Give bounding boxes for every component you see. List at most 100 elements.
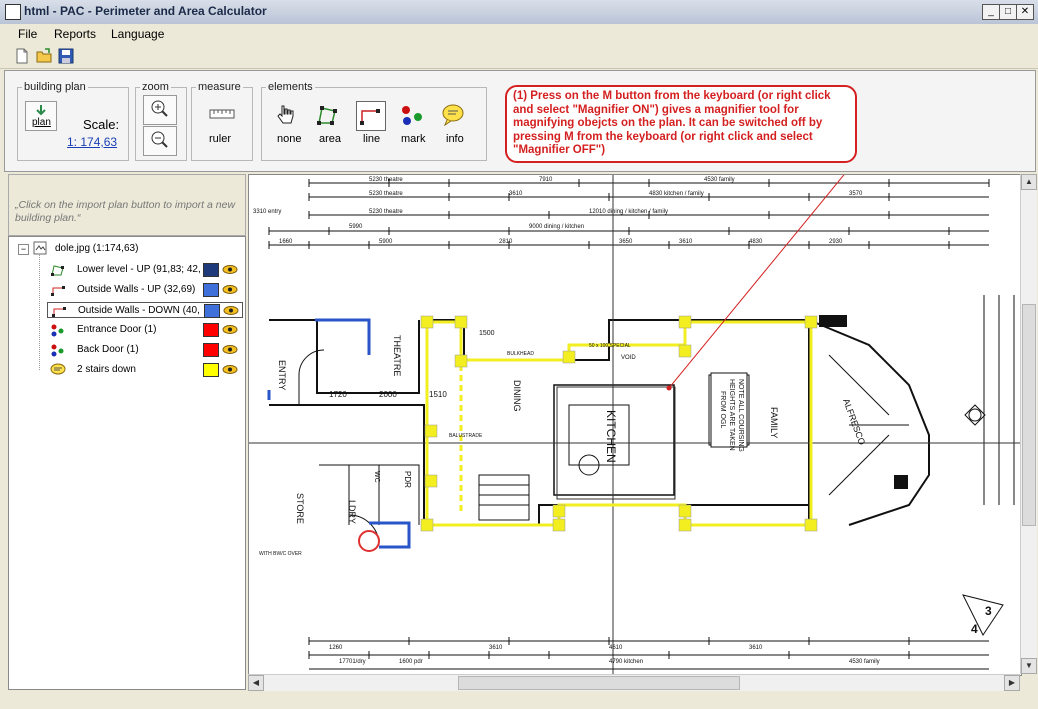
horizontal-scrollbar[interactable]: ◀ ▶ xyxy=(248,674,1020,691)
collapse-toggle-icon[interactable]: − xyxy=(18,244,29,255)
visibility-eye-icon[interactable] xyxy=(222,265,238,274)
layer-color-swatch[interactable] xyxy=(203,263,219,277)
menu-file[interactable]: File xyxy=(18,27,37,41)
tree-guide-line xyxy=(39,255,41,370)
tool-line-label[interactable]: line xyxy=(363,133,380,145)
room-label: STORE xyxy=(295,493,305,524)
layer-item[interactable]: Entrance Door (1) xyxy=(47,322,243,338)
open-folder-icon[interactable] xyxy=(36,48,52,64)
visibility-eye-icon[interactable] xyxy=(222,285,238,294)
room-label: DINING xyxy=(512,380,522,412)
visibility-eye-icon[interactable] xyxy=(222,345,238,354)
visibility-eye-icon[interactable] xyxy=(222,365,238,374)
menu-reports[interactable]: Reports xyxy=(54,27,96,41)
plan-dim-label: 12010 dining / kitchen / family xyxy=(589,209,668,215)
maximize-button[interactable]: □ xyxy=(999,4,1017,20)
measure-legend: measure xyxy=(198,81,241,93)
line-tool-button[interactable] xyxy=(356,101,386,131)
scroll-down-arrow-icon[interactable]: ▼ xyxy=(1021,658,1037,674)
plan-dim-label: 2930 xyxy=(829,239,843,245)
layer-color-swatch[interactable] xyxy=(203,323,219,337)
room-label: KITCHEN xyxy=(604,410,618,463)
room-label: ENTRY xyxy=(277,360,287,390)
layer-tree: − dole.jpg (1:174,63) Lower level - UP (… xyxy=(8,236,246,690)
plan-button-label: plan xyxy=(32,117,51,128)
plan-dim-label: 1260 xyxy=(329,645,343,651)
plan-dim-label: 3650 xyxy=(619,239,633,245)
layer-item[interactable]: Lower level - UP (91,83; 42, xyxy=(47,262,243,278)
plan-dim-label: 4830 kitchen / family xyxy=(649,191,704,197)
scale-value-link[interactable]: 1: 174,63 xyxy=(67,135,117,149)
tree-root-label[interactable]: dole.jpg (1:174,63) xyxy=(55,243,138,254)
title-bar: html - PAC - Perimeter and Area Calculat… xyxy=(0,0,1038,25)
plan-dim-label: 5230 theatre xyxy=(369,177,403,183)
plan-note: BALUSTRADE xyxy=(449,433,483,439)
layer-color-swatch[interactable] xyxy=(203,363,219,377)
plan-dim-label: 5230 theatre xyxy=(369,209,403,215)
scroll-left-arrow-icon[interactable]: ◀ xyxy=(248,675,264,691)
vertical-scroll-thumb[interactable] xyxy=(1022,304,1036,526)
mark-icon xyxy=(51,344,64,357)
plan-dim-label: 1600 pdr xyxy=(399,659,423,665)
close-button[interactable]: ✕ xyxy=(1016,4,1034,20)
zoom-out-icon xyxy=(151,131,168,148)
mark-dots-icon[interactable] xyxy=(399,103,425,127)
ruler-label[interactable]: ruler xyxy=(209,133,231,145)
layer-item-selected[interactable]: Outside Walls - DOWN (40, xyxy=(47,302,243,318)
layer-color-swatch[interactable] xyxy=(203,343,219,357)
scroll-up-arrow-icon[interactable]: ▲ xyxy=(1021,174,1037,190)
plan-dim-label: 2000 xyxy=(379,390,397,399)
new-file-icon[interactable] xyxy=(14,48,30,64)
plan-canvas[interactable]: 5230 theatre 7910 4530 family 5230 theat… xyxy=(248,174,1022,676)
plan-dim-label: 17701/dry xyxy=(339,659,366,665)
plan-dim-label: 4790 kitchen xyxy=(609,659,643,665)
layer-item[interactable]: Back Door (1) xyxy=(47,342,243,358)
plan-dim-label: 1510 xyxy=(429,390,447,399)
tool-area-label[interactable]: area xyxy=(319,133,341,145)
layer-item[interactable]: 2 stairs down xyxy=(47,362,243,378)
hint-panel: „Click on the import plan button to impo… xyxy=(8,174,246,236)
plan-note: 50 x 100 SPECIAL xyxy=(589,343,631,349)
layer-item[interactable]: Outside Walls - UP (32,69) xyxy=(47,282,243,298)
plan-dim-label: 3610 xyxy=(489,645,503,651)
floor-plan-drawing[interactable]: 5230 theatre 7910 4530 family 5230 theat… xyxy=(249,175,1021,675)
area-polygon-icon[interactable] xyxy=(315,103,339,127)
plan-dim-label: 3610 xyxy=(749,645,763,651)
tool-none-label[interactable]: none xyxy=(277,133,301,145)
plan-dim-label: 1660 xyxy=(279,239,293,245)
layer-color-swatch[interactable] xyxy=(204,304,220,318)
polyline-icon xyxy=(51,265,64,276)
info-bubble-icon[interactable] xyxy=(441,103,465,127)
toolbar xyxy=(0,45,1038,69)
elements-legend: elements xyxy=(268,81,313,93)
magnifier-hint-callout: (1) Press on the M button from the keybo… xyxy=(505,85,857,163)
import-plan-button[interactable]: plan xyxy=(25,101,57,131)
visibility-eye-icon[interactable] xyxy=(223,306,239,315)
layer-color-swatch[interactable] xyxy=(203,283,219,297)
plan-dim-label: 5990 xyxy=(349,224,363,230)
scroll-right-arrow-icon[interactable]: ▶ xyxy=(1004,675,1020,691)
plan-dim-label: 1500 xyxy=(479,330,495,337)
window-title: html - PAC - Perimeter and Area Calculat… xyxy=(24,4,267,18)
vertical-scrollbar[interactable]: ▲ ▼ xyxy=(1020,174,1037,674)
horizontal-scroll-thumb[interactable] xyxy=(458,676,740,690)
visibility-eye-icon[interactable] xyxy=(222,325,238,334)
room-label: FAMILY xyxy=(769,407,779,438)
menu-language[interactable]: Language xyxy=(111,27,164,41)
tool-info-label[interactable]: info xyxy=(446,133,464,145)
tool-mark-label[interactable]: mark xyxy=(401,133,425,145)
hand-pointer-icon[interactable] xyxy=(273,103,297,127)
minimize-button[interactable]: _ xyxy=(982,4,1000,20)
ruler-icon[interactable] xyxy=(209,107,235,121)
scale-label: Scale: xyxy=(83,117,120,132)
save-icon[interactable] xyxy=(58,48,74,64)
zoom-in-icon xyxy=(151,100,168,117)
plan-dim-label: 3610 xyxy=(679,239,693,245)
room-label: LDRY xyxy=(347,500,357,524)
layer-label: 2 stairs down xyxy=(77,364,136,375)
zoom-out-button[interactable] xyxy=(143,126,177,156)
layer-label: Outside Walls - DOWN (40, xyxy=(78,305,200,316)
plan-dim-label: 2810 xyxy=(499,239,513,245)
plan-note: FROM OGL xyxy=(719,391,726,428)
zoom-in-button[interactable] xyxy=(143,95,177,125)
